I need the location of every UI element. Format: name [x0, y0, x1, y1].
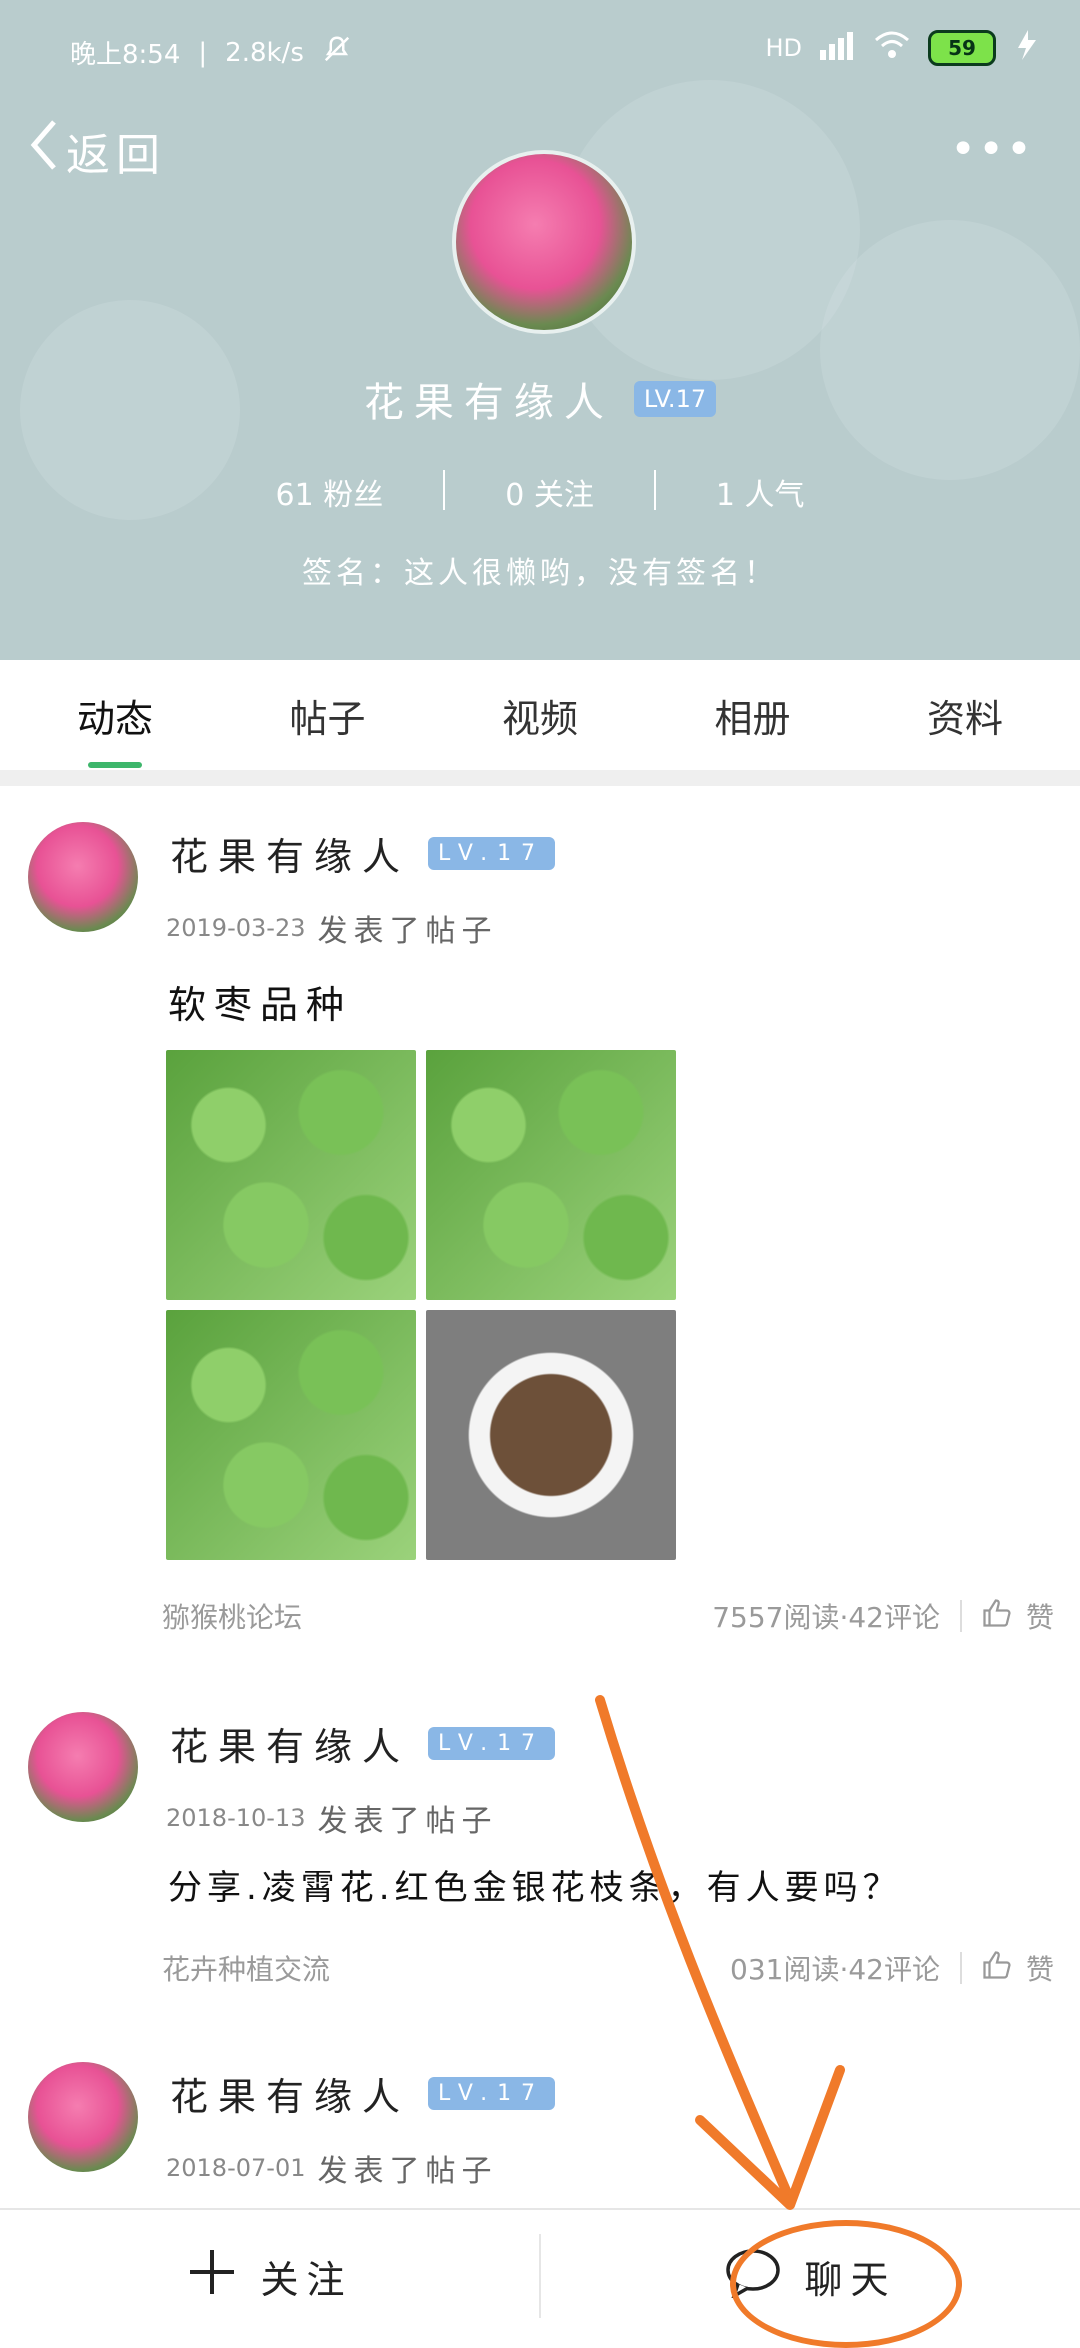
post-meta-line: 2018-07-01 发表了帖子 — [166, 2146, 497, 2190]
chevron-left-icon — [28, 118, 58, 183]
divider — [959, 1952, 962, 1984]
post-stats: 031阅读·42评论 — [730, 1953, 940, 1986]
level-badge: LV.17 — [428, 2077, 556, 2110]
like-label: 赞 — [1025, 1601, 1054, 1634]
profile-tabs: 动态 帖子 视频 相册 资料 — [0, 660, 1080, 770]
plus-icon — [186, 2246, 238, 2307]
divider — [959, 1600, 962, 1632]
post-image[interactable] — [166, 1050, 416, 1300]
post-footer: 猕猴桃论坛 7557阅读·42评论 赞 — [162, 1596, 1054, 1636]
post-title[interactable]: 软枣品种 — [168, 974, 352, 1029]
following-count[interactable]: 0 关注 — [445, 470, 654, 514]
like-button[interactable]: 赞 — [982, 1596, 1054, 1636]
tab-videos[interactable]: 视频 — [465, 660, 615, 770]
thumbs-up-icon — [982, 1950, 1012, 1987]
author-avatar[interactable] — [28, 822, 138, 932]
level-badge: LV.17 — [428, 1727, 556, 1760]
post-image[interactable] — [166, 1310, 416, 1560]
feed-post[interactable]: 花果有缘人 LV.17 2018-10-13 发表了帖子 分享.凌霄花.红色金银… — [0, 1676, 1080, 2028]
tab-activity[interactable]: 动态 — [40, 660, 190, 770]
author-row: 花果有缘人 LV.17 — [170, 2066, 556, 2121]
thumbs-up-icon — [982, 1598, 1012, 1635]
like-label: 赞 — [1025, 1953, 1054, 1986]
popularity-count: 1 人气 — [715, 478, 805, 513]
profile-signature: 签名：这人很懒哟，没有签名！ — [302, 556, 778, 591]
author-row: 花果有缘人 LV.17 — [170, 826, 556, 881]
level-badge: LV.17 — [428, 837, 556, 870]
profile-avatar[interactable] — [452, 150, 636, 334]
author-name[interactable]: 花果有缘人 — [170, 826, 410, 881]
back-label: 返回 — [66, 129, 166, 181]
post-image[interactable] — [426, 1050, 676, 1300]
profile-name: 花果有缘人 — [363, 380, 614, 426]
tab-album[interactable]: 相册 — [678, 660, 828, 770]
forum-link[interactable]: 猕猴桃论坛 — [162, 1596, 302, 1636]
author-avatar[interactable] — [28, 2062, 138, 2172]
status-bar: 晚上8:54 | 2.8k/s HD 59 — [0, 0, 1080, 100]
author-name[interactable]: 花果有缘人 — [170, 1716, 410, 1771]
fans-count[interactable]: 61 粉丝 — [216, 470, 444, 514]
active-tab-indicator — [88, 762, 142, 768]
post-date: 2019-03-23 — [166, 914, 306, 942]
signal-icon — [820, 30, 856, 66]
post-meta-line: 2019-03-23 发表了帖子 — [166, 906, 497, 950]
post-date: 2018-07-01 — [166, 2154, 306, 2182]
follow-label: 关注 — [260, 2257, 353, 2302]
network-speed: 2.8k/s — [225, 37, 304, 68]
post-action: 发表了帖子 — [317, 914, 498, 949]
background-flower — [820, 220, 1080, 480]
feed-post[interactable]: 花果有缘人 LV.17 2018-07-01 发表了帖子 — [0, 2026, 1080, 2208]
post-meta-line: 2018-10-13 发表了帖子 — [166, 1796, 497, 1840]
feed-post[interactable]: 花果有缘人 LV.17 2019-03-23 发表了帖子 软枣品种 猕猴桃论坛 … — [0, 786, 1080, 1678]
post-stats: 7557阅读·42评论 — [712, 1601, 940, 1634]
back-button[interactable]: 返回 — [28, 118, 166, 183]
like-button[interactable]: 赞 — [982, 1948, 1054, 1988]
charging-icon — [1014, 30, 1040, 66]
tab-label: 相册 — [714, 696, 791, 741]
annotation-circle — [730, 2220, 962, 2348]
hd-label: HD — [765, 34, 802, 62]
tab-label: 视频 — [501, 696, 578, 741]
battery-indicator: 59 — [928, 30, 996, 66]
tab-label: 帖子 — [289, 696, 366, 741]
follow-button[interactable]: 关注 — [0, 2210, 539, 2342]
post-image[interactable] — [426, 1310, 676, 1560]
post-action: 发表了帖子 — [317, 2154, 498, 2189]
level-badge: LV.17 — [633, 381, 717, 417]
profile-name-row: 花果有缘人 LV.17 — [0, 370, 1080, 428]
author-avatar[interactable] — [28, 1712, 138, 1822]
mute-bell-icon — [322, 34, 352, 71]
tab-label: 动态 — [76, 696, 153, 741]
author-row: 花果有缘人 LV.17 — [170, 1716, 556, 1771]
section-divider — [0, 770, 1080, 786]
profile-header: 晚上8:54 | 2.8k/s HD 59 返回 ••• 花果有缘人 LV.17… — [0, 0, 1080, 660]
status-time: 晚上8:54 — [70, 40, 181, 70]
tab-profile-info[interactable]: 资料 — [890, 660, 1040, 770]
post-footer: 花卉种植交流 031阅读·42评论 赞 — [162, 1948, 1054, 1988]
profile-stats: 61 粉丝 0 关注 1 人气 — [0, 470, 1080, 514]
post-title[interactable]: 分享.凌霄花.红色金银花枝条，有人要吗？ — [168, 1860, 902, 1909]
post-image-grid — [166, 1050, 676, 1560]
author-name[interactable]: 花果有缘人 — [170, 2066, 410, 2121]
wifi-icon — [874, 30, 910, 66]
more-options-button[interactable]: ••• — [950, 124, 1034, 175]
tab-posts[interactable]: 帖子 — [253, 660, 403, 770]
post-action: 发表了帖子 — [317, 1804, 498, 1839]
forum-link[interactable]: 花卉种植交流 — [162, 1948, 330, 1988]
tab-label: 资料 — [926, 696, 1003, 741]
post-date: 2018-10-13 — [166, 1804, 306, 1832]
